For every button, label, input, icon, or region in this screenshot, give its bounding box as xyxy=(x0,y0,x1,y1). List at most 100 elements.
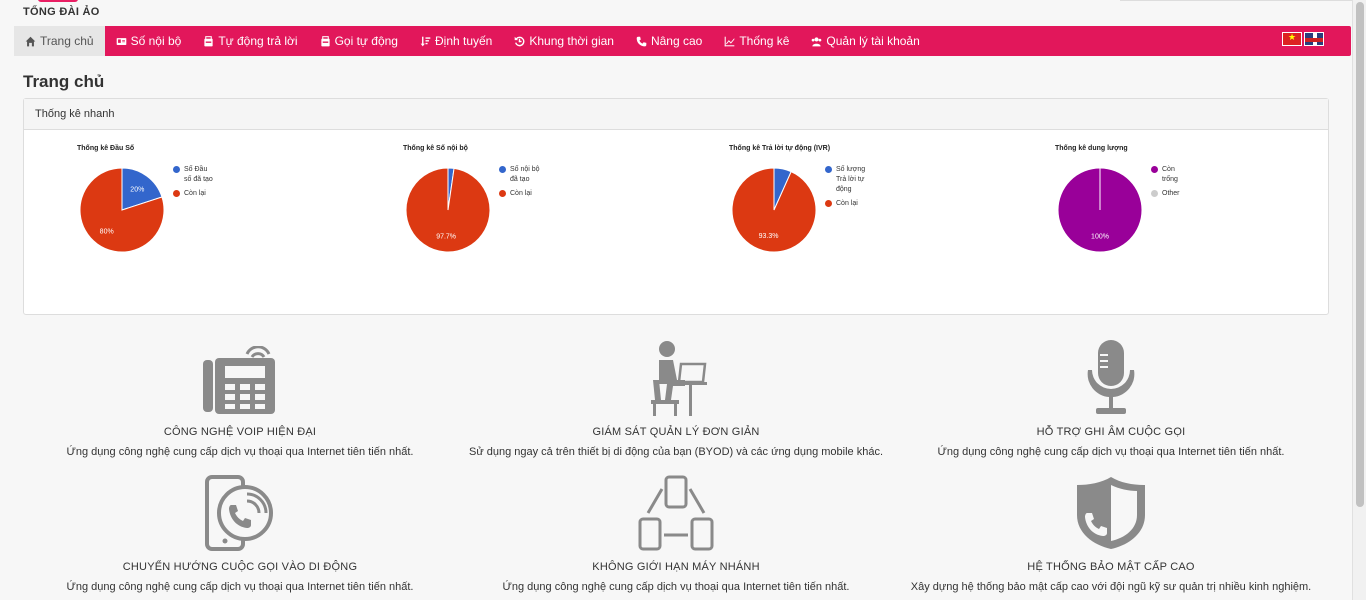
feature-title: HỖ TRỢ GHI ÂM CUỘC GỌI xyxy=(1036,426,1186,438)
user-laptop-icon xyxy=(456,340,896,416)
legend-dot xyxy=(499,166,506,173)
sort-icon xyxy=(420,36,431,46)
phone-icon xyxy=(636,36,647,46)
main-navbar: Trang chủ Số nội bộ Tự động trả lời Gọi … xyxy=(14,26,1351,56)
feature-desc: Ứng dụng công nghệ cung cấp dịch vụ thoạ… xyxy=(937,446,1285,458)
legend-dot xyxy=(173,190,180,197)
nav-label: Nâng cao xyxy=(650,34,703,48)
legend-dot xyxy=(1151,166,1158,173)
pie-slice-label: 97.7% xyxy=(436,233,456,240)
chart-ivr: Thống kê Trả lời tự động (IVR) 93.3% Số … xyxy=(729,145,919,275)
panel-heading: Thống kê nhanh xyxy=(24,99,1328,130)
feature-title: KHÔNG GIỚI HẠN MÁY NHÁNH xyxy=(592,561,760,573)
top-divider xyxy=(1120,0,1352,1)
quick-stats-panel: Thống kê nhanh Thống kê Đầu Số 20% 80% Số… xyxy=(23,98,1329,315)
legend-dot xyxy=(173,166,180,173)
legend-label: Còn trống xyxy=(1162,166,1178,183)
mobile-call-icon xyxy=(20,475,460,551)
legend-label: Số lượng Trả lời tự động xyxy=(836,166,866,193)
pie-slice-label: 100% xyxy=(1091,234,1109,241)
legend-label: Còn lại xyxy=(836,200,858,207)
pie-chart: 20% 80% xyxy=(79,167,165,253)
nav-item-advanced[interactable]: Nâng cao xyxy=(625,26,713,56)
feature-desc: Ứng dụng công nghệ cung cấp dịch vụ thoạ… xyxy=(502,581,850,593)
logo[interactable]: TỔNG ĐÀI ẢO xyxy=(23,6,100,18)
line-chart-icon xyxy=(725,36,735,46)
legend-label: Số nội bộ đã tạo xyxy=(510,166,540,183)
nav-item-ivr[interactable]: Tự động trả lời xyxy=(192,26,308,56)
language-switcher xyxy=(1282,32,1324,46)
chart-title: Thống kê dung lượng xyxy=(1055,145,1128,152)
legend-item: Other xyxy=(1151,189,1192,199)
legend-item: Còn lại xyxy=(173,189,214,199)
home-icon xyxy=(25,36,36,46)
pie-chart: 93.3% xyxy=(731,167,817,253)
history-icon xyxy=(515,36,525,46)
nav-item-home[interactable]: Trang chủ xyxy=(14,26,105,56)
nav-label: Trang chủ xyxy=(40,34,94,48)
users-icon xyxy=(812,36,822,46)
feature-desc: Sử dụng ngay cả trên thiết bị di động củ… xyxy=(468,446,884,458)
nav-item-routing[interactable]: Định tuyến xyxy=(409,26,503,56)
nav-label: Định tuyến xyxy=(434,34,493,48)
pie-chart: 100% xyxy=(1057,167,1143,253)
nav-item-autocall[interactable]: Gọi tự động xyxy=(309,26,409,56)
nav-label: Thống kê xyxy=(739,34,790,48)
chart-title: Thống kê Đầu Số xyxy=(77,145,135,152)
vertical-scrollbar[interactable] xyxy=(1352,0,1366,600)
nav-label: Khung thời gian xyxy=(529,34,614,48)
feature-voip: CÔNG NGHỆ VOIP HIỆN ĐẠI Ứng dụng công ng… xyxy=(20,340,460,458)
feature-call-forwarding: CHUYỂN HƯỚNG CUỘC GỌI VÀO DI ĐỘNG Ứng dụ… xyxy=(20,475,460,593)
legend-item: Còn lại xyxy=(825,199,866,209)
feature-title: CHUYỂN HƯỚNG CUỘC GỌI VÀO DI ĐỘNG xyxy=(122,561,358,573)
legend-item: Số Đầu số đã tạo xyxy=(173,165,214,185)
fax-icon xyxy=(204,35,213,46)
chart-title: Thống kê Số nội bộ xyxy=(403,145,468,152)
chart-title: Thống kê Trả lời tự động (IVR) xyxy=(729,145,831,152)
pie-slice-label: 93.3% xyxy=(759,233,779,240)
chart-extensions: Thống kê Số nội bộ 97.7% Số nội bộ đã tạ… xyxy=(403,145,593,275)
chart-prefix-numbers: Thống kê Đầu Số 20% 80% Số Đầu số đã tạo … xyxy=(77,145,267,275)
legend-label: Số Đầu số đã tạo xyxy=(184,166,213,183)
flag-en-icon[interactable] xyxy=(1304,32,1324,46)
chart-storage: Thống kê dung lượng 100% Còn trống Other xyxy=(1055,145,1245,275)
legend-dot xyxy=(825,200,832,207)
scrollbar-thumb[interactable] xyxy=(1356,2,1364,507)
nav-item-statistics[interactable]: Thống kê xyxy=(713,26,800,56)
microphone-icon xyxy=(891,340,1331,416)
legend-item: Số nội bộ đã tạo xyxy=(499,165,540,185)
nav-item-timeframe[interactable]: Khung thời gian xyxy=(503,26,625,56)
nav-label: Số nội bộ xyxy=(130,34,182,48)
feature-desc: Xây dựng hệ thống bảo mật cấp cao với độ… xyxy=(910,581,1312,593)
top-bar: TỔNG ĐÀI ẢO xyxy=(0,0,1352,26)
logo-mark xyxy=(38,0,78,2)
flag-vn-icon[interactable] xyxy=(1282,32,1302,46)
pie-slice-label: 80% xyxy=(100,229,114,236)
security-shield-icon xyxy=(891,475,1331,551)
legend-label: Other xyxy=(1162,190,1180,197)
legend-dot xyxy=(499,190,506,197)
nav-label: Quản lý tài khoản xyxy=(826,34,920,48)
pie-slice-label: 20% xyxy=(130,186,144,193)
chart-legend: Số lượng Trả lời tự động Còn lại xyxy=(825,165,866,213)
voip-phone-icon xyxy=(20,340,460,416)
nav-item-extensions[interactable]: Số nội bộ xyxy=(105,26,193,56)
legend-item: Số lượng Trả lời tự động xyxy=(825,165,866,195)
legend-label: Còn lại xyxy=(184,190,206,197)
legend-item: Còn trống xyxy=(1151,165,1192,185)
feature-desc: Ứng dụng công nghệ cung cấp dịch vụ thoạ… xyxy=(66,581,414,593)
feature-title: GIÁM SÁT QUẢN LÝ ĐƠN GIẢN xyxy=(592,426,760,438)
fax-icon xyxy=(320,35,330,46)
feature-title: HỆ THỐNG BẢO MẬT CẤP CAO xyxy=(1027,561,1195,573)
nav-label: Tự động trả lời xyxy=(218,34,298,48)
page-title: Trang chủ xyxy=(23,72,105,91)
legend-dot xyxy=(825,166,832,173)
nav-item-accounts[interactable]: Quản lý tài khoản xyxy=(800,26,930,56)
feature-desc: Ứng dụng công nghệ cung cấp dịch vụ thoạ… xyxy=(66,446,414,458)
feature-security: HỆ THỐNG BẢO MẬT CẤP CAO Xây dựng hệ thố… xyxy=(891,475,1331,593)
legend-label: Còn lại xyxy=(510,190,532,197)
devices-network-icon xyxy=(456,475,896,551)
feature-recording: HỖ TRỢ GHI ÂM CUỘC GỌI Ứng dụng công ngh… xyxy=(891,340,1331,458)
nav-label: Gọi tự động xyxy=(334,34,398,48)
legend-item: Còn lại xyxy=(499,189,540,199)
